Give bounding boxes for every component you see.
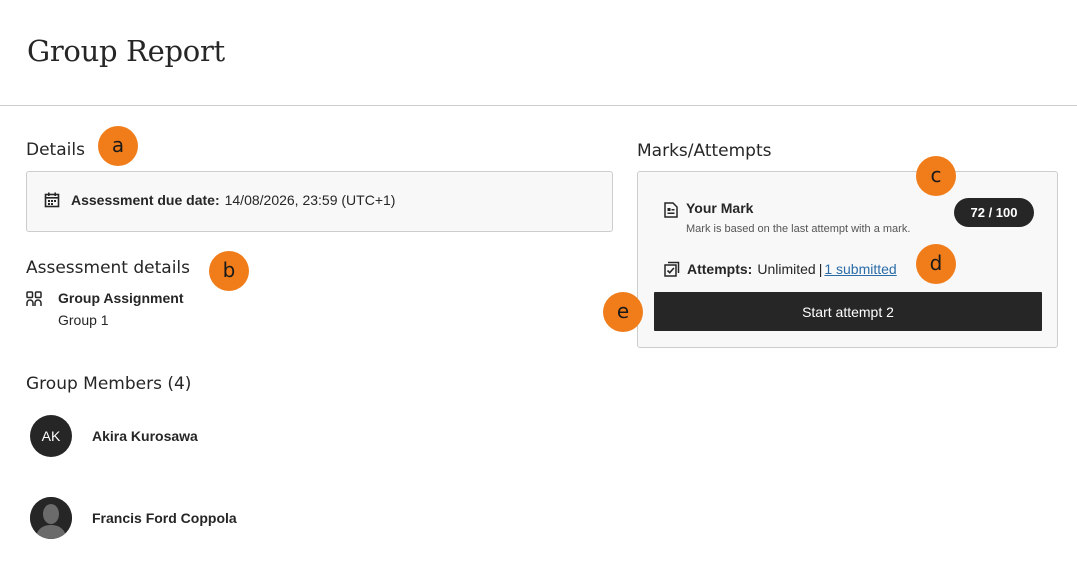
attempts-checkbox-icon — [664, 261, 680, 277]
calendar-icon — [44, 192, 60, 208]
assessment-name: Group Assignment — [58, 290, 184, 306]
due-date-value: 14/08/2026, 23:59 (UTC+1) — [224, 192, 396, 208]
attempts-label: Attempts: — [687, 261, 753, 277]
attempts-value: Unlimited — [757, 261, 816, 277]
attempts-row: Attempts: Unlimited | 1 submitted — [664, 261, 897, 277]
marks-panel: Your Mark Mark is based on the last atte… — [637, 171, 1058, 348]
person-silhouette-icon — [30, 497, 72, 539]
page-header: Group Report — [0, 0, 1077, 106]
group-assignment-icon — [26, 291, 42, 306]
marks-heading: Marks/Attempts — [637, 141, 772, 161]
member-name: Francis Ford Coppola — [92, 510, 237, 526]
avatar: AK — [30, 415, 72, 457]
mark-badge: 72 / 100 — [954, 198, 1034, 227]
member-item[interactable]: Francis Ford Coppola — [30, 497, 237, 539]
due-date-label: Assessment due date: — [71, 192, 220, 208]
avatar — [30, 497, 72, 539]
member-item[interactable]: AK Akira Kurosawa — [30, 415, 198, 457]
mark-note: Mark is based on the last attempt with a… — [686, 223, 911, 235]
callout-e: e — [603, 292, 643, 332]
member-name: Akira Kurosawa — [92, 428, 198, 444]
callout-a: a — [98, 126, 138, 166]
group-members-heading: Group Members (4) — [26, 374, 192, 394]
submitted-attempts-link[interactable]: 1 submitted — [824, 261, 896, 277]
details-panel: Assessment due date: 14/08/2026, 23:59 (… — [26, 171, 613, 232]
due-date-row: Assessment due date: 14/08/2026, 23:59 (… — [44, 192, 395, 208]
start-attempt-button[interactable]: Start attempt 2 — [654, 292, 1042, 331]
callout-c: c — [916, 156, 956, 196]
callout-d: d — [916, 244, 956, 284]
page-title: Group Report — [27, 34, 225, 68]
details-heading: Details — [26, 140, 85, 160]
callout-b: b — [209, 251, 249, 291]
document-mark-icon — [664, 202, 678, 218]
assessment-group: Group 1 — [58, 312, 109, 328]
assessment-details-heading: Assessment details — [26, 258, 191, 278]
your-mark-label: Your Mark — [686, 200, 754, 216]
attempts-separator: | — [818, 261, 823, 277]
